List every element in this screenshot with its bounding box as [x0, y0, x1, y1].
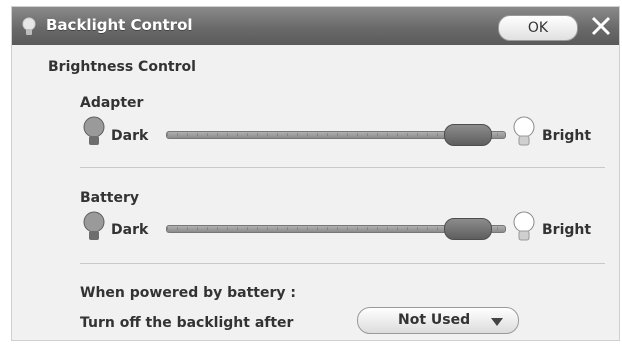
battery-bright-label: Bright [542, 222, 592, 238]
chevron-down-icon [491, 318, 503, 326]
dark-bulb-icon [83, 116, 105, 145]
backlight-timeout-dropdown[interactable]: Not Used [357, 307, 519, 334]
close-icon[interactable] [586, 11, 616, 41]
ok-button[interactable]: OK [498, 15, 578, 41]
divider [80, 263, 605, 264]
adapter-slider-thumb[interactable] [443, 124, 492, 146]
adapter-dark-label: Dark [111, 128, 149, 144]
title-bar: Backlight Control OK [12, 7, 619, 45]
bright-bulb-icon [513, 211, 535, 241]
bright-bulb-icon [513, 116, 535, 146]
window-title: Backlight Control [46, 16, 193, 34]
battery-label: Battery [80, 190, 140, 206]
divider [80, 167, 605, 168]
brightness-control-heading: Brightness Control [48, 59, 196, 75]
backlight-off-label: Turn off the backlight after [80, 315, 294, 331]
power-note-label: When powered by battery : [80, 285, 296, 301]
adapter-bright-label: Bright [542, 128, 592, 144]
lightbulb-icon [22, 17, 36, 35]
battery-slider-thumb[interactable] [443, 218, 492, 240]
adapter-label: Adapter [80, 95, 144, 111]
backlight-control-window: Backlight Control OK Brightness Control … [11, 6, 620, 341]
dropdown-selected-value: Not Used [398, 312, 471, 328]
battery-dark-label: Dark [111, 222, 149, 238]
dark-bulb-icon [83, 211, 105, 240]
